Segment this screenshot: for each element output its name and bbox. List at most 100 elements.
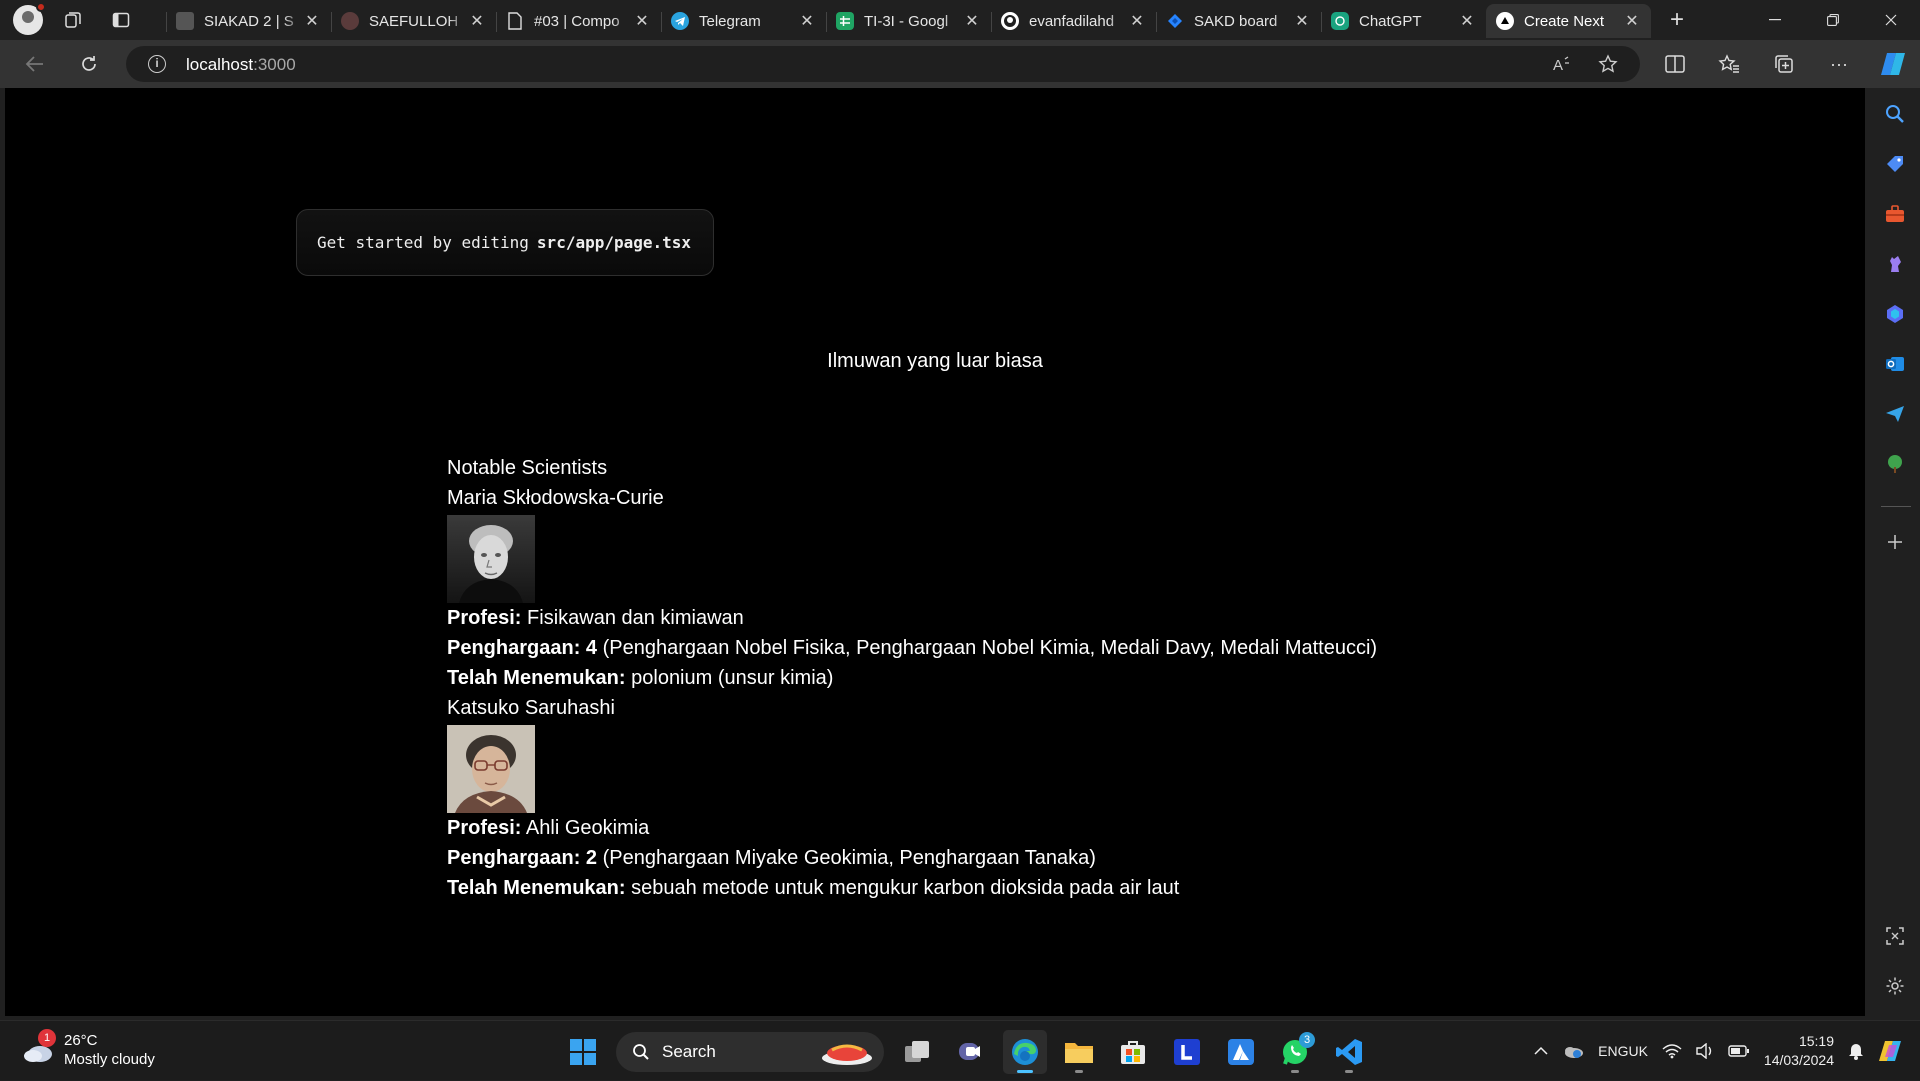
navigation-bar: i localhost:3000 A ···: [0, 40, 1920, 88]
volume-icon[interactable]: [1696, 1043, 1714, 1059]
close-tab-icon[interactable]: ✕: [633, 11, 651, 31]
tab-telegram[interactable]: Telegram ✕: [661, 4, 826, 38]
search-icon[interactable]: [1883, 102, 1907, 126]
taskbar-search[interactable]: Search: [616, 1032, 884, 1072]
restore-button[interactable]: [1804, 0, 1862, 40]
edge-browser-icon[interactable]: [1003, 1030, 1047, 1074]
tab-strip: SIAKAD 2 | S ✕ SAEFULLOH ✕ #03 | Compo ✕…: [166, 4, 1651, 40]
games-icon[interactable]: [1883, 252, 1907, 276]
favorite-star-icon[interactable]: [1596, 53, 1620, 75]
taskbar: 1 26°C Mostly cloudy Search 3 ENG UK 15:…: [0, 1020, 1920, 1080]
scientist-card: Katsuko Saruhashi Profesi: Ahli Geokimia…: [447, 693, 1377, 903]
close-tab-icon[interactable]: ✕: [798, 11, 816, 31]
copilot-sidebar-icon[interactable]: [1883, 302, 1907, 326]
microsoft-store-icon[interactable]: [1111, 1030, 1155, 1074]
weather-description: Mostly cloudy: [64, 1051, 155, 1068]
outlook-icon[interactable]: [1883, 352, 1907, 376]
clock[interactable]: 15:19 14/03/2024: [1764, 1032, 1834, 1070]
tab-siakad[interactable]: SIAKAD 2 | S ✕: [166, 4, 331, 38]
tab-google-sheets[interactable]: TI-3I - Googl ✕: [826, 4, 991, 38]
language-indicator[interactable]: ENG UK: [1598, 1042, 1648, 1060]
chatgpt-icon: [1331, 12, 1349, 30]
page-headline: Ilmuwan yang luar biasa: [827, 350, 1043, 372]
workspaces-icon[interactable]: [55, 2, 91, 38]
tab-actions-icon[interactable]: [103, 2, 139, 38]
close-tab-icon[interactable]: ✕: [1458, 11, 1476, 31]
split-screen-icon[interactable]: [1658, 48, 1692, 80]
seal-icon: [341, 12, 359, 30]
app-launcher-icon[interactable]: [1219, 1030, 1263, 1074]
awards-row: Penghargaan: 4 (Penghargaan Nobel Fisika…: [447, 637, 1378, 659]
scientist-photo-saruhashi: [447, 725, 535, 813]
start-button[interactable]: [561, 1030, 605, 1074]
close-tab-icon[interactable]: ✕: [303, 11, 321, 31]
tab-bar: SIAKAD 2 | S ✕ SAEFULLOH ✕ #03 | Compo ✕…: [0, 0, 1920, 40]
tab-sakd-board[interactable]: SAKD board ✕: [1156, 4, 1321, 38]
search-icon: [633, 1044, 649, 1060]
battery-icon[interactable]: [1728, 1045, 1750, 1057]
screenshot-icon[interactable]: [1883, 924, 1907, 948]
profession-row: Profesi: Fisikawan dan kimiawan: [447, 607, 744, 629]
weather-temperature: 26°C: [64, 1032, 98, 1049]
refresh-button[interactable]: [72, 48, 106, 80]
onedrive-icon[interactable]: [1562, 1043, 1584, 1059]
shopping-tag-icon[interactable]: [1883, 152, 1907, 176]
read-aloud-icon[interactable]: A: [1550, 53, 1574, 75]
taskbar-apps: Search 3: [556, 1030, 1376, 1074]
teams-chat-icon[interactable]: [949, 1030, 993, 1074]
add-icon[interactable]: [1883, 530, 1907, 554]
notification-bell-icon[interactable]: [1848, 1042, 1864, 1060]
scientist-card: Maria Skłodowska-Curie Profesi: Fisikawa…: [447, 483, 1377, 693]
more-menu-icon[interactable]: ···: [1822, 48, 1856, 80]
discovery-row: Telah Menemukan: polonium (unsur kimia): [447, 667, 834, 689]
tab-saefulloh[interactable]: SAEFULLOH ✕: [331, 4, 496, 38]
jira-icon: [1166, 12, 1184, 30]
sidebar-divider: [1881, 506, 1911, 507]
profile-avatar[interactable]: [13, 2, 46, 35]
weather-badge: 1: [38, 1029, 56, 1047]
close-tab-icon[interactable]: ✕: [963, 11, 981, 31]
close-tab-icon[interactable]: ✕: [468, 11, 486, 31]
address-bar[interactable]: i localhost:3000 A: [126, 46, 1640, 82]
close-window-button[interactable]: [1862, 0, 1920, 40]
tab-create-next[interactable]: Create Next ✕: [1486, 4, 1651, 38]
copilot-icon[interactable]: [1876, 48, 1910, 80]
tab-compo[interactable]: #03 | Compo ✕: [496, 4, 661, 38]
whatsapp-icon[interactable]: 3: [1273, 1030, 1317, 1074]
tree-icon[interactable]: [1883, 452, 1907, 476]
chevron-up-icon[interactable]: [1534, 1046, 1548, 1056]
tab-chatgpt[interactable]: ChatGPT ✕: [1321, 4, 1486, 38]
github-icon: [1001, 12, 1019, 30]
copilot-taskbar-icon[interactable]: [1878, 1039, 1906, 1063]
site-info-icon[interactable]: i: [148, 55, 166, 73]
file-explorer-icon[interactable]: [1057, 1030, 1101, 1074]
scientist-name: Maria Skłodowska-Curie: [447, 487, 664, 509]
get-started-box: Get started by editing src/app/page.tsx: [296, 209, 714, 276]
weather-widget[interactable]: 1 26°C Mostly cloudy: [22, 1029, 155, 1069]
collections-icon[interactable]: [1767, 48, 1801, 80]
tab-github[interactable]: evanfadilahd ✕: [991, 4, 1156, 38]
get-started-text: Get started by editing: [317, 233, 529, 252]
svg-text:A: A: [1553, 57, 1563, 73]
send-icon[interactable]: [1883, 402, 1907, 426]
edge-sidebar: [1870, 88, 1920, 1016]
close-tab-icon[interactable]: ✕: [1623, 11, 1641, 31]
minimize-button[interactable]: [1746, 0, 1804, 40]
close-tab-icon[interactable]: ✕: [1293, 11, 1311, 31]
l-app-icon[interactable]: [1165, 1030, 1209, 1074]
discovery-row: Telah Menemukan: sebuah metode untuk men…: [447, 877, 1180, 899]
task-view-icon[interactable]: [895, 1030, 939, 1074]
url-text[interactable]: localhost:3000: [186, 55, 296, 75]
favorites-icon[interactable]: [1712, 48, 1746, 80]
back-button[interactable]: [18, 48, 52, 80]
document-icon: [506, 12, 524, 30]
window-controls: [1746, 0, 1920, 40]
wifi-icon[interactable]: [1662, 1043, 1682, 1059]
new-tab-button[interactable]: +: [1660, 5, 1694, 35]
tools-icon[interactable]: [1883, 202, 1907, 226]
settings-gear-icon[interactable]: [1883, 974, 1907, 998]
section-title: Notable Scientists: [447, 457, 608, 479]
awards-row: Penghargaan: 2 (Penghargaan Miyake Geoki…: [447, 847, 1096, 869]
vscode-icon[interactable]: [1327, 1030, 1371, 1074]
close-tab-icon[interactable]: ✕: [1128, 11, 1146, 31]
